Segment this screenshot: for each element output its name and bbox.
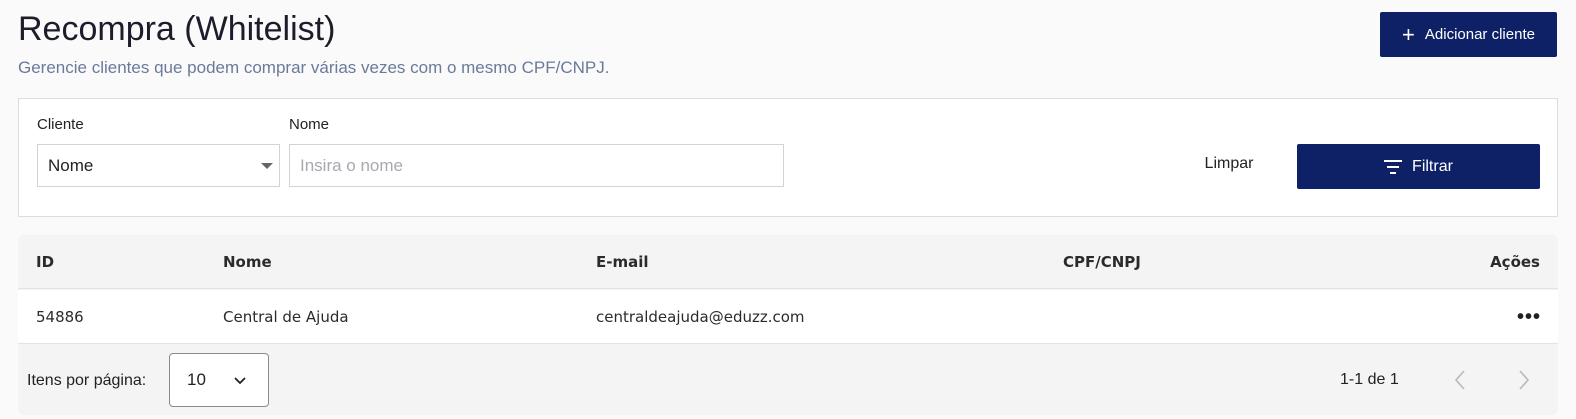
client-filter-select[interactable]: Nome bbox=[37, 144, 280, 187]
table-header: ID Nome E-mail CPF/CNPJ Ações bbox=[18, 235, 1558, 289]
add-client-button-label: Adicionar cliente bbox=[1424, 26, 1535, 43]
pagination-range: 1-1 de 1 bbox=[1340, 371, 1399, 388]
filter-button-label: Filtrar bbox=[1412, 157, 1453, 175]
chevron-right-icon bbox=[1519, 370, 1530, 390]
column-header-email: E-mail bbox=[596, 253, 649, 271]
items-per-page-select[interactable]: 10 bbox=[169, 353, 269, 407]
column-header-cpf-cnpj: CPF/CNPJ bbox=[1063, 253, 1141, 271]
clear-button[interactable]: Limpar bbox=[1189, 155, 1269, 173]
add-client-button[interactable]: + Adicionar cliente bbox=[1380, 12, 1557, 57]
clients-table: ID Nome E-mail CPF/CNPJ Ações 54886 Cent… bbox=[18, 235, 1558, 415]
column-header-acoes: Ações bbox=[1490, 253, 1540, 271]
plus-icon: + bbox=[1402, 21, 1415, 47]
more-horizontal-icon: ••• bbox=[1516, 306, 1541, 328]
column-header-nome: Nome bbox=[223, 253, 272, 271]
row-id: 54886 bbox=[36, 308, 84, 326]
filter-panel: Cliente Nome Nome Limpar Filtrar bbox=[18, 98, 1558, 217]
client-filter-label: Cliente bbox=[37, 116, 84, 133]
page-title: Recompra (Whitelist) bbox=[18, 10, 336, 48]
client-filter-select-value: Nome bbox=[48, 155, 94, 175]
row-cpf-cnpj-redacted bbox=[1048, 304, 1198, 326]
previous-page-button[interactable] bbox=[1445, 365, 1475, 395]
table-row: 54886 Central de Ajuda centraldeajuda@ed… bbox=[18, 290, 1558, 344]
table-pagination: Itens por página: 10 1-1 de 1 bbox=[18, 345, 1558, 415]
row-actions-button[interactable]: ••• bbox=[1514, 304, 1544, 330]
name-filter-input[interactable] bbox=[289, 144, 784, 187]
caret-down-icon bbox=[261, 163, 273, 169]
items-per-page-value: 10 bbox=[187, 370, 206, 389]
filter-button[interactable]: Filtrar bbox=[1297, 144, 1540, 189]
items-per-page-label: Itens por página: bbox=[27, 372, 147, 389]
row-nome: Central de Ajuda bbox=[223, 308, 349, 326]
next-page-button[interactable] bbox=[1509, 365, 1539, 395]
column-header-id: ID bbox=[36, 253, 55, 271]
chevron-left-icon bbox=[1454, 370, 1465, 390]
filter-icon bbox=[1384, 159, 1403, 174]
row-email: centraldeajuda@eduzz.com bbox=[596, 308, 805, 326]
chevron-down-icon bbox=[234, 377, 246, 385]
name-filter-label: Nome bbox=[289, 116, 330, 133]
page-subtitle: Gerencie clientes que podem comprar vári… bbox=[18, 58, 610, 77]
